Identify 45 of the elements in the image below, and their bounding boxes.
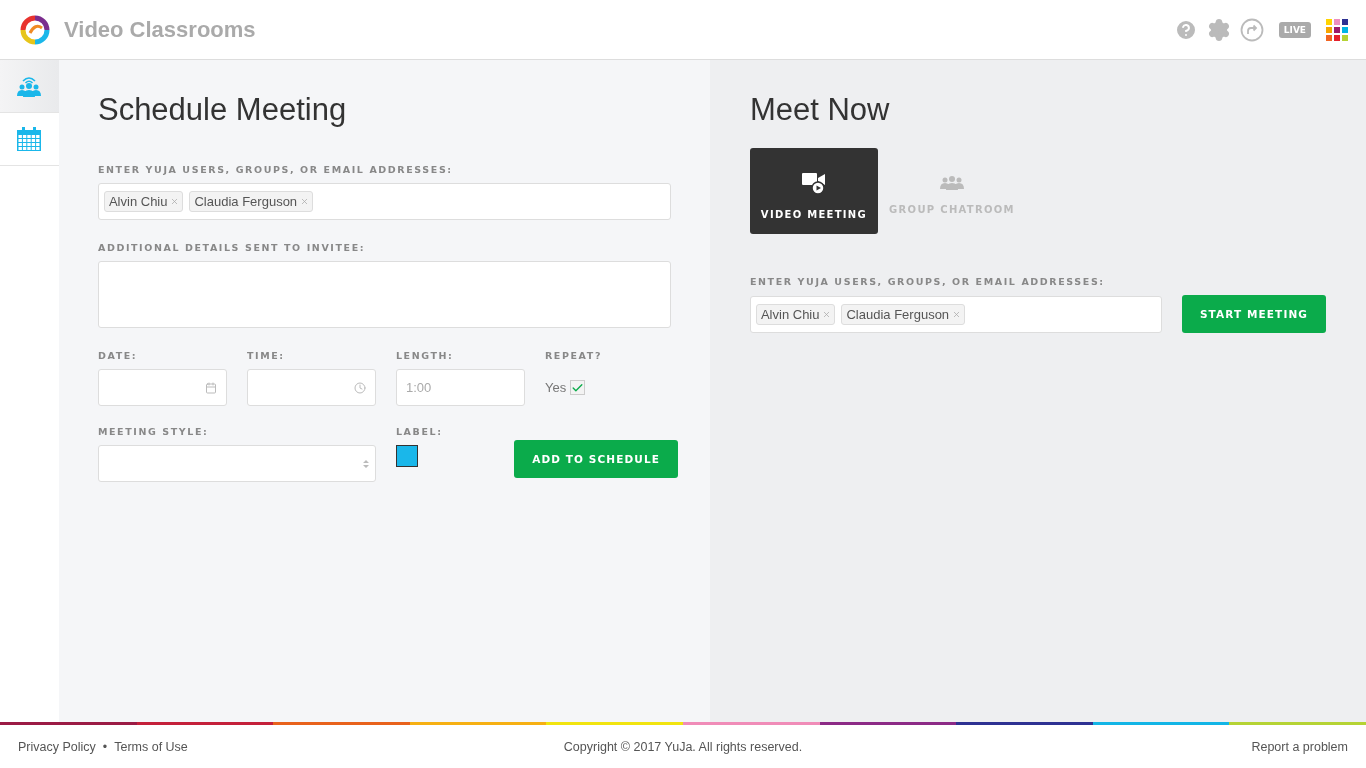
copyright-text: Copyright © 2017 YuJa. All rights reserved.: [563, 739, 803, 754]
sort-arrows-icon: [362, 458, 369, 469]
remove-icon[interactable]: [822, 309, 832, 319]
recipient-tag[interactable]: Alvin Chiu: [755, 303, 836, 325]
field-label: ENTER YUJA USERS, GROUPS, OR EMAIL ADDRESSES:: [97, 164, 454, 175]
group-icon: [938, 175, 965, 190]
page-heading: Meet Now: [749, 92, 891, 128]
field-label: ADDITIONAL DETAILS SENT TO INVITEE:: [97, 242, 367, 253]
field-label: REPEAT?: [544, 350, 603, 361]
meeting-style-select[interactable]: [97, 445, 376, 482]
apps-grid-icon[interactable]: [1326, 18, 1348, 41]
time-field[interactable]: [246, 369, 376, 406]
terms-link[interactable]: Terms of Use: [114, 739, 188, 754]
repeat-checkbox[interactable]: [570, 380, 586, 395]
calendar-icon: [204, 381, 217, 394]
meeting-type-tab[interactable]: VIDEO MEETING: [749, 148, 878, 234]
separator-dot: •: [102, 739, 108, 754]
field-label: LABEL:: [395, 426, 444, 437]
logo-icon: [18, 14, 52, 45]
recipient-tag[interactable]: Alvin Chiu: [103, 191, 184, 212]
remove-icon[interactable]: [300, 197, 310, 206]
page-heading: Schedule Meeting: [97, 92, 348, 128]
recipients-field[interactable]: Alvin Chiu Claudia Ferguson: [97, 183, 671, 220]
field-label: LENGTH:: [395, 350, 455, 361]
field-label: TIME:: [246, 350, 286, 361]
privacy-policy-link[interactable]: Privacy Policy: [18, 739, 96, 754]
video-camera-icon: [800, 170, 827, 195]
clock-icon: [353, 381, 366, 394]
label-color-swatch[interactable]: [395, 445, 418, 467]
remove-icon[interactable]: [952, 309, 962, 319]
sidebar-item[interactable]: [0, 60, 59, 113]
field-label: DATE:: [97, 350, 139, 361]
people-icon: [16, 75, 43, 97]
recipients-field[interactable]: Alvin Chiu Claudia Ferguson: [749, 295, 1162, 333]
recipient-tag[interactable]: Claudia Ferguson: [841, 303, 966, 325]
repeat-label: Yes: [544, 380, 567, 395]
field-label: ENTER YUJA USERS, GROUPS, OR EMAIL ADDRESSES:: [749, 276, 1106, 287]
field-label: MEETING STYLE:: [97, 426, 210, 437]
recipient-tag[interactable]: Claudia Ferguson: [189, 191, 314, 212]
calendar-icon: [17, 127, 42, 151]
app-title: Video Classrooms: [64, 16, 256, 43]
details-field[interactable]: [97, 261, 671, 328]
remove-icon[interactable]: [170, 197, 180, 206]
report-problem-link[interactable]: Report a problem: [1251, 739, 1348, 754]
date-field[interactable]: [97, 369, 227, 406]
